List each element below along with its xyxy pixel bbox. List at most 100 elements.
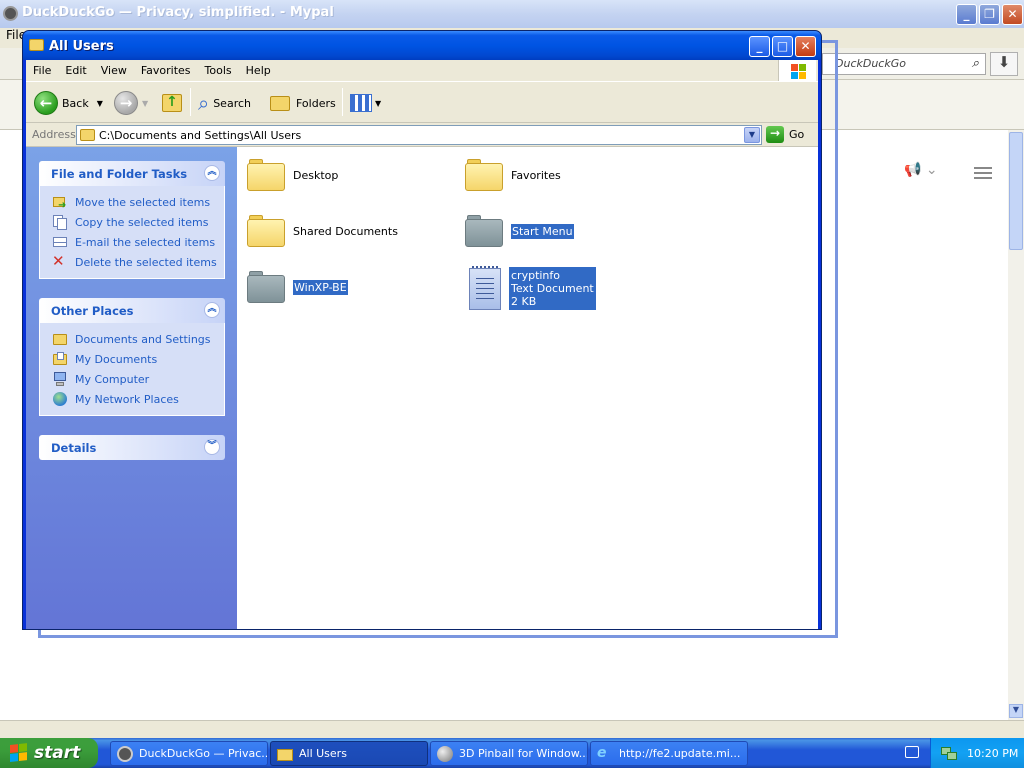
internet-explorer-icon: e	[597, 744, 607, 761]
menu-view[interactable]: View	[94, 60, 134, 77]
file-item[interactable]: Favorites	[465, 159, 561, 191]
my-computer-link[interactable]: My Computer	[52, 369, 224, 389]
toolbar-separator	[190, 88, 191, 116]
file-item[interactable]: WinXP-BE	[247, 271, 348, 303]
go-label: Go	[789, 128, 805, 141]
menu-edit[interactable]: Edit	[58, 60, 93, 77]
minimize-button[interactable]: _	[749, 36, 770, 57]
my-network-places-link[interactable]: My Network Places	[52, 389, 224, 409]
copy-selected-items-link[interactable]: Copy the selected items	[52, 212, 224, 232]
taskbar-item-duckduckgo[interactable]: DuckDuckGo — Privac...	[110, 741, 268, 766]
menu-tools[interactable]: Tools	[198, 60, 239, 77]
close-button[interactable]: ✕	[795, 36, 816, 57]
details-header[interactable]: Details ︾	[39, 435, 225, 460]
taskbar-item-pinball[interactable]: 3D Pinball for Window...	[430, 741, 588, 766]
windows-flag-icon	[10, 743, 28, 763]
up-folder-icon: ↑	[162, 94, 182, 112]
move-selected-items-link[interactable]: ➜ Move the selected items	[52, 192, 224, 212]
search-icon: ⌕	[198, 91, 210, 115]
text-document-icon	[469, 265, 501, 310]
maximize-button[interactable]: □	[772, 36, 793, 57]
clock[interactable]: 10:20 PM	[967, 747, 1018, 760]
expand-chevron-icon[interactable]: ︾	[204, 439, 220, 455]
hidden-folder-icon	[247, 271, 285, 303]
link-label: My Documents	[75, 352, 158, 366]
file-name: Favorites	[511, 168, 561, 182]
megaphone-icon[interactable]: 📢 ⌄	[904, 162, 938, 178]
back-label: Back	[62, 96, 89, 110]
search-icon[interactable]: ⌕	[972, 56, 979, 71]
up-folder-button[interactable]: ↑	[162, 88, 182, 118]
folder-icon	[29, 39, 44, 51]
browser-vertical-scrollbar[interactable]: ▼	[1008, 130, 1024, 720]
go-button[interactable]: → Go	[766, 126, 804, 143]
browser-search-field[interactable]: DuckDuckGo ⌕	[822, 53, 986, 75]
network-tray-icon[interactable]	[941, 745, 957, 761]
forward-dropdown-icon[interactable]: ▼	[142, 99, 148, 108]
views-button[interactable]: ▼	[350, 88, 381, 118]
menu-help[interactable]: Help	[239, 60, 278, 77]
file-type: Text Document	[511, 282, 594, 295]
link-label: Documents and Settings	[75, 332, 211, 346]
download-icon[interactable]: ⬇	[990, 52, 1018, 76]
file-item[interactable]: Desktop	[247, 159, 338, 191]
back-dropdown-icon[interactable]: ▼	[97, 99, 103, 108]
file-name: WinXP-BE	[293, 279, 348, 295]
hamburger-menu-icon[interactable]	[974, 164, 992, 182]
start-button[interactable]: start	[0, 738, 98, 768]
folders-button[interactable]: Folders	[270, 88, 336, 118]
browser-title: DuckDuckGo — Privacy, simplified. - Mypa…	[22, 5, 334, 20]
link-label: Copy the selected items	[75, 215, 209, 229]
folders-label: Folders	[296, 96, 336, 110]
taskbar-item-all-users[interactable]: All Users	[270, 741, 428, 766]
scrollbar-thumb[interactable]	[1009, 132, 1023, 250]
browser-search-placeholder: DuckDuckGo	[835, 57, 906, 70]
collapse-chevron-icon[interactable]: ︽	[204, 302, 220, 318]
explorer-title-bar[interactable]: All Users _ □ ✕	[23, 31, 821, 60]
file-folder-tasks-header[interactable]: File and Folder Tasks ︽	[39, 161, 225, 186]
pinball-icon	[437, 745, 453, 762]
file-details: cryptinfo Text Document 2 KB	[509, 267, 596, 310]
file-item[interactable]: Start Menu	[465, 215, 574, 247]
link-label: E-mail the selected items	[75, 235, 216, 249]
link-label: Move the selected items	[75, 195, 211, 209]
forward-button[interactable]: → ▼	[114, 88, 148, 118]
other-places-header[interactable]: Other Places ︽	[39, 298, 225, 323]
address-field[interactable]: C:\Documents and Settings\All Users ▼	[76, 125, 762, 145]
browser-title-bar[interactable]: DuckDuckGo — Privacy, simplified. - Mypa…	[0, 0, 1024, 28]
duckduckgo-icon	[3, 6, 18, 21]
other-places-panel: Other Places ︽ Documents and Settings My…	[39, 298, 225, 416]
scroll-down-icon[interactable]: ▼	[1009, 704, 1023, 718]
task-label: 3D Pinball for Window...	[459, 747, 588, 760]
collapse-chevron-icon[interactable]: ︽	[204, 165, 220, 181]
search-button[interactable]: ⌕ Search	[198, 88, 251, 118]
back-button[interactable]: ← Back ▼	[34, 88, 103, 118]
address-dropdown-icon[interactable]: ▼	[744, 127, 760, 143]
move-icon: ➜	[52, 194, 68, 211]
file-name: Desktop	[293, 168, 339, 182]
menu-file[interactable]: File	[26, 60, 58, 77]
file-name: Shared Documents	[293, 224, 398, 238]
my-computer-icon	[52, 371, 68, 387]
keyboard-language-icon[interactable]	[905, 746, 919, 758]
menu-favorites[interactable]: Favorites	[134, 60, 198, 77]
delete-selected-items-link[interactable]: ✕ Delete the selected items	[52, 252, 224, 272]
file-item[interactable]: cryptinfo Text Document 2 KB	[469, 265, 596, 310]
file-item[interactable]: Shared Documents	[247, 215, 398, 247]
documents-and-settings-link[interactable]: Documents and Settings	[52, 329, 224, 349]
file-folder-tasks-panel: File and Folder Tasks ︽ ➜ Move the selec…	[39, 161, 225, 279]
browser-maximize-button[interactable]: ❐	[979, 4, 1000, 25]
file-name: Start Menu	[511, 223, 574, 239]
taskbar-item-internet-explorer[interactable]: e http://fe2.update.mi...	[590, 741, 748, 766]
browser-minimize-button[interactable]: _	[956, 4, 977, 25]
my-documents-link[interactable]: My Documents	[52, 349, 224, 369]
browser-close-button[interactable]: ✕	[1002, 4, 1023, 25]
task-label: DuckDuckGo — Privac...	[139, 747, 268, 760]
task-pane: File and Folder Tasks ︽ ➜ Move the selec…	[26, 147, 237, 629]
email-selected-items-link[interactable]: E-mail the selected items	[52, 232, 224, 252]
link-label: My Computer	[75, 372, 150, 386]
views-dropdown-icon[interactable]: ▼	[375, 99, 381, 108]
views-icon	[350, 94, 372, 112]
folder-icon	[247, 159, 285, 191]
folders-icon	[270, 95, 290, 111]
